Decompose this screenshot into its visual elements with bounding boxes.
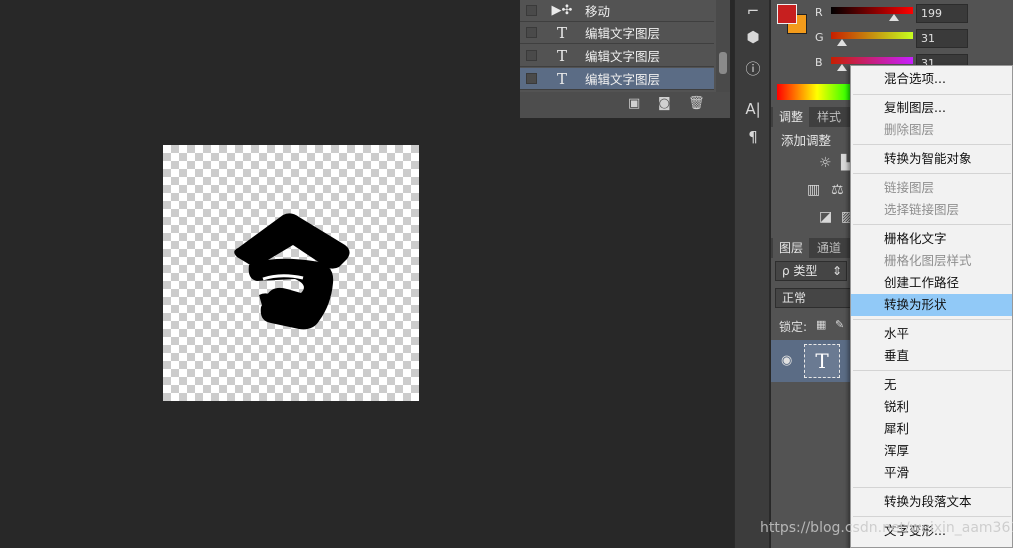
layer-filter-dropdown[interactable]: ρ 类型 ⇕ <box>775 261 847 281</box>
foreground-color-swatch[interactable] <box>777 4 797 24</box>
menu-item-antialias-strong[interactable]: 浑厚 <box>851 440 1012 462</box>
tab-channels[interactable]: 通道 <box>811 238 847 258</box>
menu-separator <box>853 319 1011 320</box>
history-checkbox[interactable] <box>526 27 537 38</box>
menu-separator <box>853 173 1011 174</box>
menu-item-rasterize-type[interactable]: 栅格化文字 <box>851 228 1012 250</box>
green-value-field[interactable]: 31 <box>916 29 968 48</box>
history-item-move[interactable]: ▶✣ 移动 <box>520 0 714 22</box>
history-item-edit-text[interactable]: T 编辑文字图层 <box>520 45 714 67</box>
context-menu: 混合选项... 复制图层... 删除图层 转换为智能对象 链接图层 选择链接图层… <box>850 65 1013 548</box>
menu-item-vertical[interactable]: 垂直 <box>851 345 1012 367</box>
type-icon: T <box>556 23 567 42</box>
paragraph-icon[interactable]: ¶ <box>741 126 765 148</box>
channel-label-r: R <box>815 6 823 19</box>
red-slider[interactable] <box>831 7 913 14</box>
red-slider-handle[interactable] <box>889 14 899 21</box>
history-checkbox[interactable] <box>526 73 537 84</box>
menu-item-convert-to-shape[interactable]: 转换为形状 <box>851 294 1012 316</box>
history-item-label: 移动 <box>585 4 611 19</box>
blue-slider-handle[interactable] <box>837 64 847 71</box>
menu-item-antialias-none[interactable]: 无 <box>851 374 1012 396</box>
menu-separator <box>853 144 1011 145</box>
history-item-label: 编辑文字图层 <box>585 72 661 87</box>
menu-separator <box>853 370 1011 371</box>
type-icon: T <box>556 69 567 88</box>
history-item-label: 编辑文字图层 <box>585 26 661 41</box>
updown-arrow-icon: ⇕ <box>831 264 842 278</box>
channel-mixer-icon[interactable]: ▥ <box>807 182 820 198</box>
blend-mode-dropdown[interactable]: 正常 <box>775 288 851 308</box>
blend-mode-value: 正常 <box>782 291 807 305</box>
lock-transparency-icon[interactable]: ▦ <box>816 318 826 331</box>
menu-item-horizontal[interactable]: 水平 <box>851 323 1012 345</box>
brightness-icon[interactable]: ☼ <box>819 155 832 171</box>
menu-separator <box>853 487 1011 488</box>
menu-item-link-layers[interactable]: 链接图层 <box>851 177 1012 199</box>
history-item-label: 编辑文字图层 <box>585 49 661 64</box>
history-footer: ▣ ◙ 🗑 <box>520 92 730 118</box>
add-adjustment-label: 添加调整 <box>781 133 832 148</box>
menu-item-duplicate-layer[interactable]: 复制图层... <box>851 97 1012 119</box>
3d-cube-icon[interactable]: ⬢ <box>741 26 765 48</box>
menu-item-blending-options[interactable]: 混合选项... <box>851 68 1012 90</box>
collapsed-panel-strip: ⌐ ⬢ ⓘ A| ¶ <box>734 0 770 548</box>
menu-separator <box>853 516 1011 517</box>
layer-filter-label: ρ 类型 <box>782 264 818 278</box>
red-value-field[interactable]: 199 <box>916 4 968 23</box>
tab-styles[interactable]: 样式 <box>811 107 847 127</box>
balance-icon[interactable]: ⚖ <box>831 182 844 198</box>
menu-item-rasterize-layer-style[interactable]: 栅格化图层样式 <box>851 250 1012 272</box>
eye-visibility-icon[interactable]: ◉ <box>781 353 792 368</box>
history-checkbox[interactable] <box>526 50 537 61</box>
photo-filter-icon[interactable]: ◪ <box>819 209 832 225</box>
menu-item-convert-smart-object[interactable]: 转换为智能对象 <box>851 148 1012 170</box>
menu-separator <box>853 94 1011 95</box>
history-checkbox[interactable] <box>526 5 537 16</box>
type-icon: T <box>556 46 567 65</box>
blue-slider[interactable] <box>831 57 913 64</box>
menu-item-antialias-sharp[interactable]: 锐利 <box>851 396 1012 418</box>
brush-panel-icon[interactable]: ⌐ <box>741 0 765 22</box>
history-scroll-thumb[interactable] <box>719 52 727 74</box>
menu-item-antialias-crisp[interactable]: 犀利 <box>851 418 1012 440</box>
new-document-icon[interactable]: ▣ <box>628 96 640 111</box>
text-layer-thumbnail[interactable]: T <box>804 344 840 378</box>
watermark-text: https://blog.csdn.net/weixin_aam3618 <box>760 520 1013 536</box>
history-panel: ▶✣ 移动 T 编辑文字图层 T 编辑文字图层 T 编辑文字图层 ▣ ◙ 🗑 <box>520 0 730 118</box>
history-item-edit-text-active[interactable]: T 编辑文字图层 <box>520 68 714 90</box>
camera-icon[interactable]: ◙ <box>658 96 671 111</box>
channel-label-g: G <box>815 31 824 44</box>
lock-brush-icon[interactable]: ✎ <box>835 318 844 331</box>
green-slider[interactable] <box>831 32 913 39</box>
menu-item-convert-paragraph-text[interactable]: 转换为段落文本 <box>851 491 1012 513</box>
document-canvas[interactable] <box>163 145 419 401</box>
menu-item-antialias-smooth[interactable]: 平滑 <box>851 462 1012 484</box>
menu-item-select-linked-layers[interactable]: 选择链接图层 <box>851 199 1012 221</box>
menu-item-create-work-path[interactable]: 创建工作路径 <box>851 272 1012 294</box>
green-slider-handle[interactable] <box>837 39 847 46</box>
trash-icon[interactable]: 🗑 <box>688 96 705 111</box>
info-icon[interactable]: ⓘ <box>741 58 765 80</box>
character-icon[interactable]: A| <box>741 98 765 120</box>
menu-separator <box>853 224 1011 225</box>
lock-label: 锁定: <box>779 320 808 334</box>
history-scrollbar[interactable] <box>716 0 730 92</box>
history-item-edit-text[interactable]: T 编辑文字图层 <box>520 22 714 44</box>
channel-label-b: B <box>815 56 823 69</box>
glyph-artwork <box>234 213 350 330</box>
menu-item-delete-layer[interactable]: 删除图层 <box>851 119 1012 141</box>
move-arrow-icon: ▶✣ <box>551 3 573 18</box>
tab-adjustments[interactable]: 调整 <box>773 107 810 127</box>
tab-layers[interactable]: 图层 <box>773 238 810 258</box>
